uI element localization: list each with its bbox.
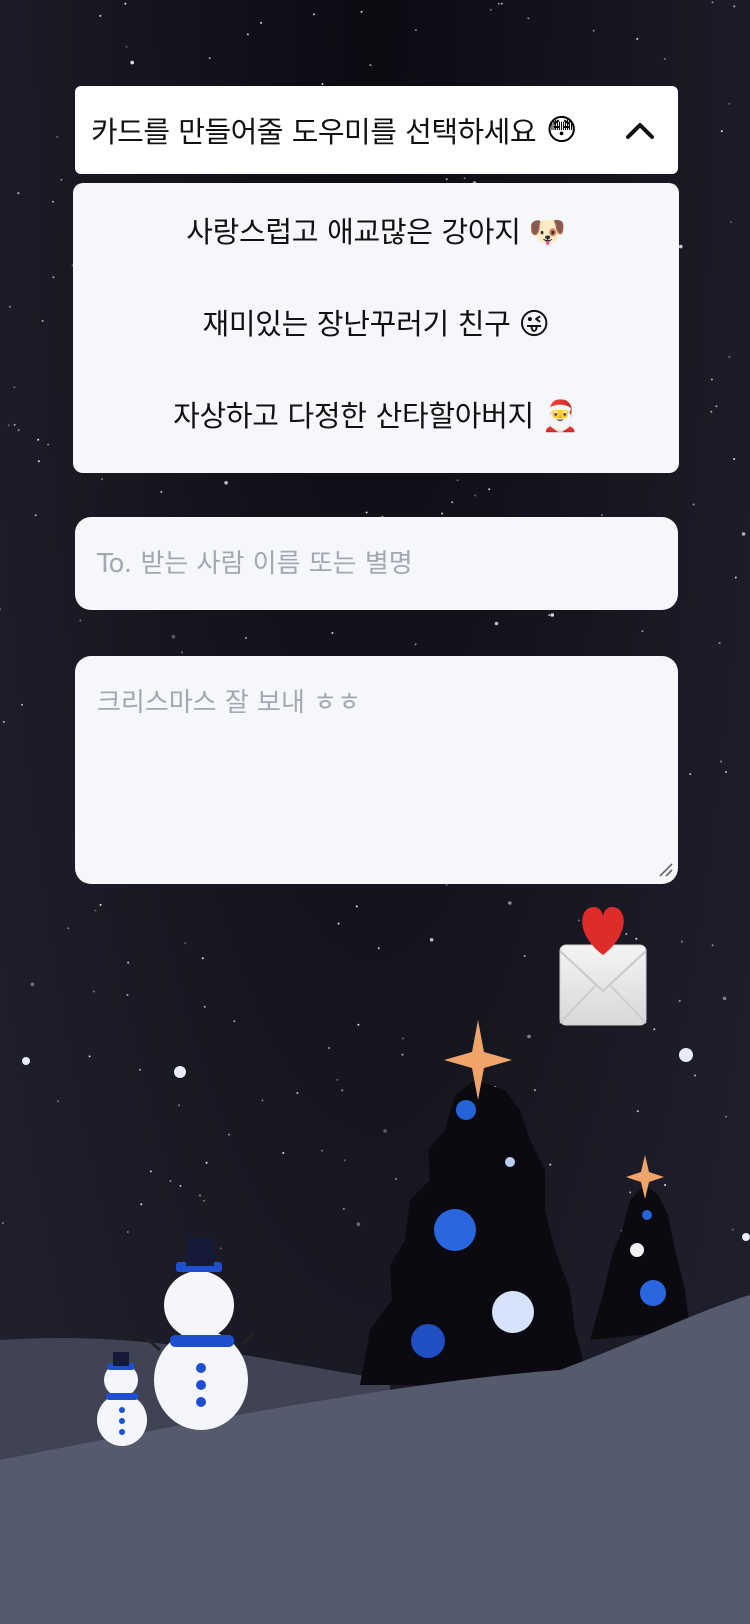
winter-scene (0, 1020, 750, 1624)
christmas-tree-small (590, 1155, 690, 1340)
star-icon (626, 1155, 664, 1199)
christmas-tree (360, 1020, 590, 1385)
snowman (145, 1238, 256, 1430)
star-icon (444, 1020, 512, 1100)
